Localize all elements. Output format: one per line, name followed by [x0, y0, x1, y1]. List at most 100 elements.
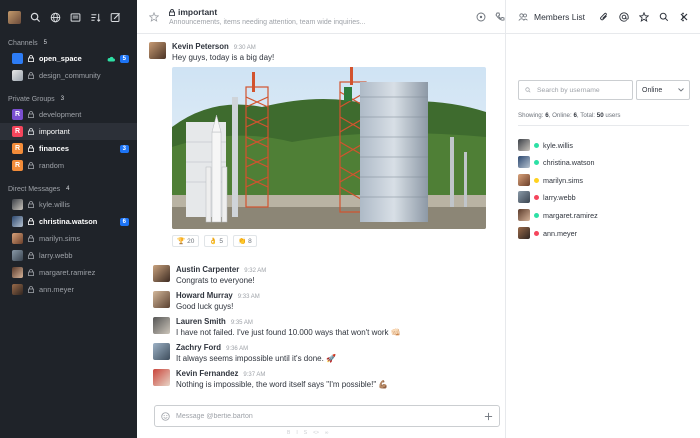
header-actions — [476, 0, 505, 34]
member-name: ann.meyer — [543, 228, 577, 238]
sidebar-item-marilyn-sims[interactable]: marilyn.sims — [0, 230, 137, 247]
sidebar-item-random[interactable]: R random — [0, 157, 137, 174]
total-label: Total: — [580, 112, 596, 119]
message-time: 9:33 AM — [237, 294, 260, 300]
reaction-clap[interactable]: 👏 8 — [233, 235, 257, 247]
sidebar-item-finances[interactable]: R finances 3 — [0, 140, 137, 157]
search-icon[interactable] — [30, 12, 41, 23]
members-search-input[interactable] — [537, 86, 626, 94]
room-search-icon[interactable] — [659, 12, 669, 22]
sidebar-item-label: development — [39, 110, 82, 119]
sidebar-item-ann-meyer[interactable]: ann.meyer — [0, 281, 137, 298]
kebab-menu-icon[interactable] — [681, 12, 685, 22]
lock-icon — [28, 128, 34, 135]
message-avatar[interactable] — [153, 343, 170, 360]
member-item[interactable]: ann.meyer — [518, 226, 577, 240]
edit-icon[interactable] — [110, 12, 121, 23]
message-username[interactable]: Kevin Fernandez — [176, 369, 238, 378]
message-avatar[interactable] — [149, 42, 166, 59]
directory-icon[interactable] — [70, 12, 81, 23]
message-avatar[interactable] — [153, 291, 170, 308]
message-username[interactable]: Austin Carpenter — [176, 265, 239, 274]
lock-icon — [28, 218, 34, 225]
message-username[interactable]: Howard Murray — [176, 291, 233, 300]
message-avatar[interactable] — [153, 369, 170, 386]
starred-icon[interactable] — [639, 12, 649, 22]
chevron-down-icon — [678, 88, 684, 92]
room-topic: Announcements, items needing attention, … — [169, 19, 366, 26]
message-text: It always seems impossible until it's do… — [176, 354, 336, 363]
video-call-icon[interactable] — [476, 12, 486, 22]
message-avatar[interactable] — [153, 265, 170, 282]
member-item[interactable]: christina.watson — [518, 155, 595, 169]
reaction-trophy[interactable]: 🏆 20 — [172, 235, 200, 247]
direct-messages-section-header: Direct Messages 4 — [0, 182, 137, 196]
rocket-launch-image[interactable] — [172, 67, 486, 229]
group-avatar: R — [12, 109, 23, 120]
unread-badge: 6 — [119, 217, 129, 226]
code-icon[interactable]: <> — [313, 430, 319, 436]
status-filter-select[interactable]: Online — [636, 80, 690, 100]
channels-section-header: Channels 5 — [0, 36, 137, 50]
message-username[interactable]: Zachry Ford — [176, 343, 221, 352]
sidebar-item-open-space[interactable]: open_space 5 — [0, 50, 137, 67]
sidebar-item-label: random — [39, 161, 65, 170]
emoji-icon[interactable] — [161, 411, 170, 421]
total-count: 50 — [596, 112, 604, 119]
sort-icon[interactable] — [90, 12, 101, 23]
strike-icon[interactable]: S — [304, 430, 307, 436]
reaction-count: 8 — [248, 237, 252, 245]
lock-icon — [28, 162, 34, 169]
member-name: kyle.willis — [543, 140, 573, 150]
main-chat: important Announcements, items needing a… — [137, 0, 505, 438]
sidebar-item-label: margaret.ramirez — [39, 268, 96, 277]
reaction-ok-hand[interactable]: 👌 5 — [204, 235, 229, 247]
message-item: Kevin Fernandez 9:37 AM Nothing is impos… — [153, 369, 388, 389]
member-avatar — [518, 227, 530, 239]
trophy-icon: 🏆 — [177, 238, 186, 245]
channels-section-label: Channels — [8, 39, 38, 47]
sidebar-item-margaret-ramirez[interactable]: margaret.ramirez — [0, 264, 137, 281]
mention-icon[interactable] — [619, 12, 629, 22]
member-item[interactable]: kyle.willis — [518, 138, 573, 152]
member-name: christina.watson — [543, 157, 595, 167]
sidebar-item-development[interactable]: R development — [0, 106, 137, 123]
message-item: Howard Murray 9:33 AM Good luck guys! — [153, 291, 260, 311]
star-icon[interactable] — [149, 11, 159, 22]
user-avatar[interactable] — [8, 10, 21, 24]
reaction-count: 5 — [219, 237, 224, 245]
members-stats: Showing: 6, Online: 6, Total: 50 users — [518, 112, 621, 119]
members-search — [518, 80, 633, 100]
lock-icon — [28, 111, 34, 118]
message-username[interactable]: Kevin Peterson — [172, 42, 229, 51]
link-icon[interactable]: ∞ — [325, 430, 329, 436]
sidebar-item-important[interactable]: R important — [0, 123, 137, 140]
channels-count: 5 — [43, 40, 47, 46]
message-username[interactable]: Lauren Smith — [176, 317, 226, 326]
bold-icon[interactable]: B — [287, 430, 290, 436]
sidebar-item-christina-watson[interactable]: christina.watson 6 — [0, 213, 137, 230]
plus-icon[interactable] — [484, 412, 493, 421]
ok-hand-icon: 👌 — [209, 238, 218, 245]
globe-icon[interactable] — [50, 12, 61, 23]
attachment-icon[interactable] — [599, 12, 609, 22]
divider — [518, 125, 689, 126]
private-groups-count: 3 — [60, 96, 65, 102]
message-item: Kevin Peterson 9:30 AM Hey guys, today i… — [149, 42, 274, 62]
sidebar-item-larry-webb[interactable]: larry.webb — [0, 247, 137, 264]
sidebar-item-design-community[interactable]: design_community — [0, 67, 137, 84]
member-item[interactable]: marilyn.sims — [518, 173, 583, 187]
message-input[interactable] — [176, 412, 478, 420]
sidebar-item-kyle-willis[interactable]: kyle.willis — [0, 196, 137, 213]
italic-icon[interactable]: I — [296, 430, 297, 436]
lock-icon — [28, 72, 34, 79]
phone-icon[interactable] — [495, 12, 505, 22]
room-title: important — [169, 7, 366, 17]
member-item[interactable]: larry.webb — [518, 190, 576, 204]
member-avatar — [518, 191, 530, 203]
member-item[interactable]: margaret.ramirez — [518, 208, 598, 222]
clap-icon: 👏 — [238, 238, 247, 245]
message-avatar[interactable] — [153, 317, 170, 334]
message-item: Zachry Ford 9:36 AM It always seems impo… — [153, 343, 336, 363]
lock-icon — [169, 8, 175, 16]
